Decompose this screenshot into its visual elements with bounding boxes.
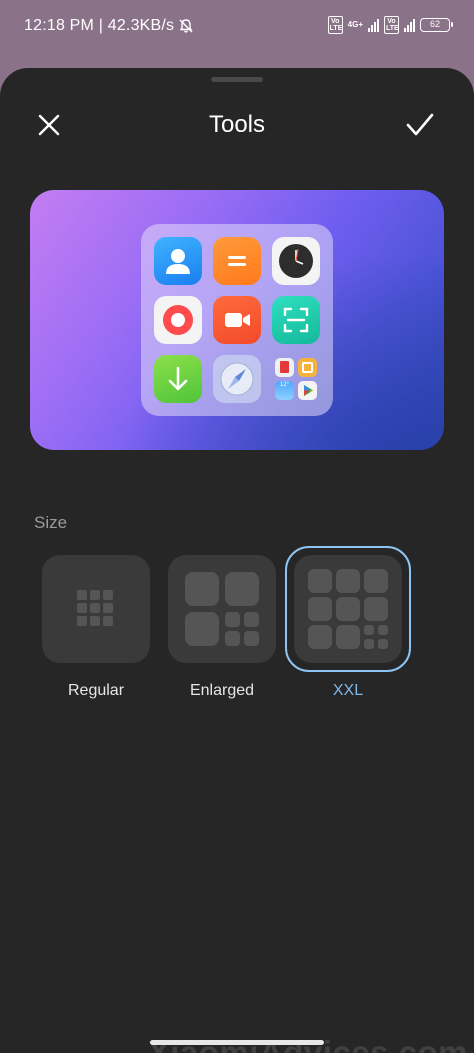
grid-tile (336, 625, 360, 649)
grid-tile (225, 572, 259, 606)
volte-badge-2: Vo LTE (384, 16, 399, 34)
network-type: 4G+ (347, 20, 363, 29)
time-and-speed: 12:18 PM | 42.3KB/s (24, 17, 175, 34)
contacts-icon (154, 237, 202, 285)
grid-dot (378, 639, 388, 649)
grid-dot (225, 612, 240, 627)
downloads-icon (154, 355, 202, 403)
size-label-regular[interactable]: Regular (36, 682, 156, 700)
calculator-icon (213, 237, 261, 285)
screen-recorder-icon (213, 296, 261, 344)
mute-notifications-icon (179, 19, 193, 33)
grid-dot (77, 603, 87, 613)
size-section-label: Size (34, 513, 68, 532)
grid-dot (103, 603, 113, 613)
status-bar: 12:18 PM | 42.3KB/s Vo LTE 4G+ Vo LTE 62 (0, 0, 474, 52)
battery-icon: 62 (420, 18, 453, 32)
size-option-xxl[interactable] (294, 555, 402, 663)
status-right: Vo LTE 4G+ Vo LTE 62 (327, 16, 453, 34)
grid-dot (90, 616, 100, 626)
grid-tile (336, 597, 360, 621)
widget-preview: 12° (30, 190, 444, 450)
grid-dot (244, 612, 259, 627)
compass-icon (213, 355, 261, 403)
grid-dot (225, 631, 240, 646)
grid-dot (364, 639, 374, 649)
grid-tile (364, 597, 388, 621)
sheet-grabber[interactable] (211, 77, 263, 82)
status-left: 12:18 PM | 42.3KB/s (24, 17, 194, 35)
mini-app-red (275, 358, 294, 377)
grid-tile (185, 612, 219, 646)
grid-dot (364, 625, 374, 635)
play-store-mini-icon (298, 381, 317, 400)
grid-dot (103, 590, 113, 600)
weather-mini-icon: 12° (275, 381, 294, 400)
grid-tile (336, 569, 360, 593)
size-option-regular[interactable] (42, 555, 150, 663)
size-label-enlarged[interactable]: Enlarged (162, 682, 282, 700)
size-label-xxl[interactable]: XXL (288, 682, 408, 700)
mini-apps-folder: 12° (272, 355, 320, 403)
grid-tile (308, 625, 332, 649)
signal-1-icon (368, 18, 379, 32)
volte-badge: Vo LTE (327, 16, 343, 34)
grid-dot (244, 631, 259, 646)
weather-temp: 12° (279, 382, 290, 388)
size-option-enlarged[interactable] (168, 555, 276, 663)
grid-dot (90, 590, 100, 600)
home-indicator[interactable] (150, 1040, 324, 1045)
grid-dot (77, 616, 87, 626)
grid-tile (364, 569, 388, 593)
tools-sheet: Tools 12° Size Regular Enlarged XXL Xiao… (0, 68, 474, 1053)
grid-dot (103, 616, 113, 626)
scanner-icon (272, 296, 320, 344)
grid-tile (308, 597, 332, 621)
grid-tile (308, 569, 332, 593)
mini-app-orange (298, 358, 317, 377)
grid-dot (90, 603, 100, 613)
grid-tile (185, 572, 219, 606)
confirm-check-icon[interactable] (404, 110, 436, 140)
clock-icon (272, 237, 320, 285)
grid-dot (378, 625, 388, 635)
signal-2-icon (404, 18, 415, 32)
recorder-icon (154, 296, 202, 344)
tools-folder-preview: 12° (141, 224, 333, 416)
grid-dot (77, 590, 87, 600)
page-title: Tools (208, 111, 266, 138)
